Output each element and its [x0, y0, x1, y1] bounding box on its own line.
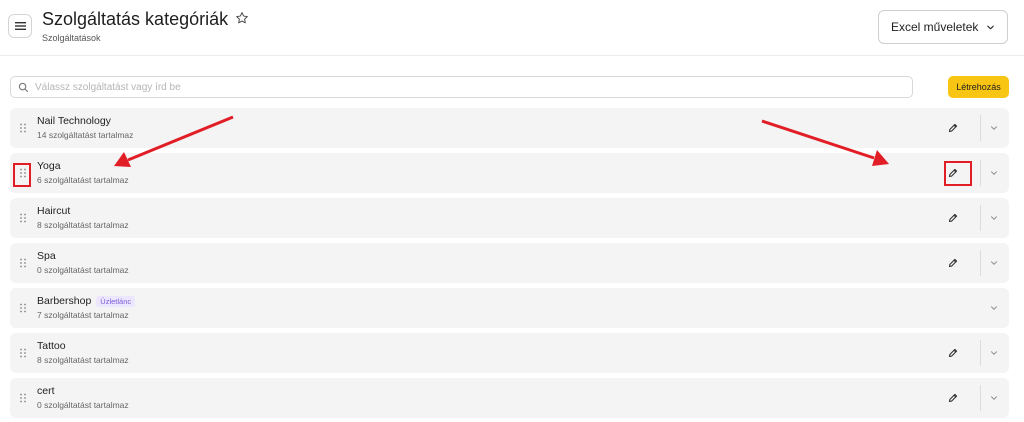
- category-row[interactable]: Tattoo 8 szolgáltatást tartalmaz: [10, 333, 1009, 373]
- category-name: cert: [37, 385, 55, 397]
- category-name: Tattoo: [37, 340, 66, 352]
- category-name-line: Barbershop Üzletlánc: [37, 295, 136, 307]
- edit-category-button[interactable]: [945, 345, 961, 361]
- category-service-count: 14 szolgáltatást tartalmaz: [37, 130, 134, 140]
- expand-category-button[interactable]: [988, 347, 1000, 359]
- category-row[interactable]: Spa 0 szolgáltatást tartalmaz: [10, 243, 1009, 283]
- category-service-count: 0 szolgáltatást tartalmaz: [37, 265, 129, 275]
- drag-handle-icon[interactable]: [19, 123, 27, 133]
- expand-category-button[interactable]: [988, 122, 1000, 134]
- search-icon: [18, 82, 29, 93]
- create-button[interactable]: Létrehozás: [948, 76, 1009, 98]
- expand-category-button[interactable]: [988, 212, 1000, 224]
- category-name-line: Haircut: [37, 205, 70, 217]
- star-outline-icon[interactable]: [235, 11, 249, 25]
- drag-handle-icon[interactable]: [19, 393, 27, 403]
- category-list: Nail Technology 14 szolgáltatást tartalma…: [10, 108, 1009, 422]
- excel-actions-label: Excel műveletek: [891, 20, 979, 34]
- category-row[interactable]: Nail Technology 14 szolgáltatást tartalma…: [10, 108, 1009, 148]
- expand-category-button[interactable]: [988, 167, 1000, 179]
- drag-handle-icon[interactable]: [19, 213, 27, 223]
- chevron-down-icon: [991, 351, 997, 355]
- category-name-line: Tattoo: [37, 340, 66, 352]
- page-title: Szolgáltatás kategóriák: [42, 9, 229, 29]
- chevron-down-icon: [991, 126, 997, 130]
- category-name: Haircut: [37, 205, 71, 217]
- category-name: Barbershop: [37, 295, 92, 307]
- edit-category-button[interactable]: [945, 255, 961, 271]
- chevron-down-icon: [991, 396, 997, 400]
- hamburger-menu-icon: [14, 22, 26, 30]
- chevron-down-icon: [991, 216, 997, 220]
- drag-handle-icon[interactable]: [19, 348, 27, 358]
- category-service-count: 0 szolgáltatást tartalmaz: [37, 400, 129, 410]
- category-name: Yoga: [37, 160, 61, 172]
- page-header: Szolgáltatás kategóriák Szolgáltatások E…: [0, 0, 1024, 56]
- pencil-icon: [948, 123, 958, 133]
- category-row[interactable]: Haircut 8 szolgáltatást tartalmaz: [10, 198, 1009, 238]
- drag-handle-icon[interactable]: [19, 258, 27, 268]
- row-action-divider: [980, 385, 981, 411]
- expand-category-button[interactable]: [988, 257, 1000, 269]
- expand-category-button[interactable]: [988, 302, 1000, 314]
- category-row[interactable]: Barbershop Üzletlánc 7 szolgáltatást tarta…: [10, 288, 1009, 328]
- pencil-icon: [948, 393, 958, 403]
- row-action-divider: [980, 205, 981, 231]
- edit-category-button[interactable]: [945, 120, 961, 136]
- pencil-icon: [948, 258, 958, 268]
- pencil-icon: [948, 348, 958, 358]
- chevron-down-icon: [987, 25, 994, 30]
- search-input[interactable]: [35, 79, 895, 95]
- row-action-divider: [980, 340, 981, 366]
- expand-category-button[interactable]: [988, 392, 1000, 404]
- row-action-divider: [980, 160, 981, 186]
- category-name: Spa: [37, 250, 56, 262]
- menu-button[interactable]: [8, 14, 32, 38]
- category-service-count: 6 szolgáltatást tartalmaz: [37, 175, 129, 185]
- edit-category-button[interactable]: [945, 210, 961, 226]
- category-name-line: cert: [37, 385, 55, 397]
- excel-actions-button[interactable]: Excel műveletek: [878, 10, 1008, 44]
- service-search-field[interactable]: [10, 76, 913, 98]
- category-row[interactable]: Yoga 6 szolgáltatást tartalmaz: [10, 153, 1009, 193]
- pencil-icon: [948, 213, 958, 223]
- chevron-down-icon: [991, 261, 997, 265]
- category-service-count: 7 szolgáltatást tartalmaz: [37, 310, 129, 320]
- chevron-down-icon: [991, 306, 997, 310]
- page-subtitle: Szolgáltatások: [42, 33, 101, 43]
- chain-badge: Üzletlánc: [96, 295, 136, 307]
- chevron-down-icon: [991, 171, 997, 175]
- category-name-line: Spa: [37, 250, 56, 262]
- annotation-highlight-edit-button: [944, 161, 972, 186]
- category-service-count: 8 szolgáltatást tartalmaz: [37, 220, 129, 230]
- category-name-line: Nail Technology: [37, 115, 111, 127]
- category-name-line: Yoga: [37, 160, 61, 172]
- category-service-count: 8 szolgáltatást tartalmaz: [37, 355, 129, 365]
- category-name: Nail Technology: [37, 115, 111, 127]
- edit-category-button[interactable]: [945, 390, 961, 406]
- drag-handle-icon[interactable]: [19, 303, 27, 313]
- row-action-divider: [980, 115, 981, 141]
- row-action-divider: [980, 250, 981, 276]
- category-row[interactable]: cert 0 szolgáltatást tartalmaz: [10, 378, 1009, 418]
- annotation-highlight-drag-handle: [13, 163, 31, 187]
